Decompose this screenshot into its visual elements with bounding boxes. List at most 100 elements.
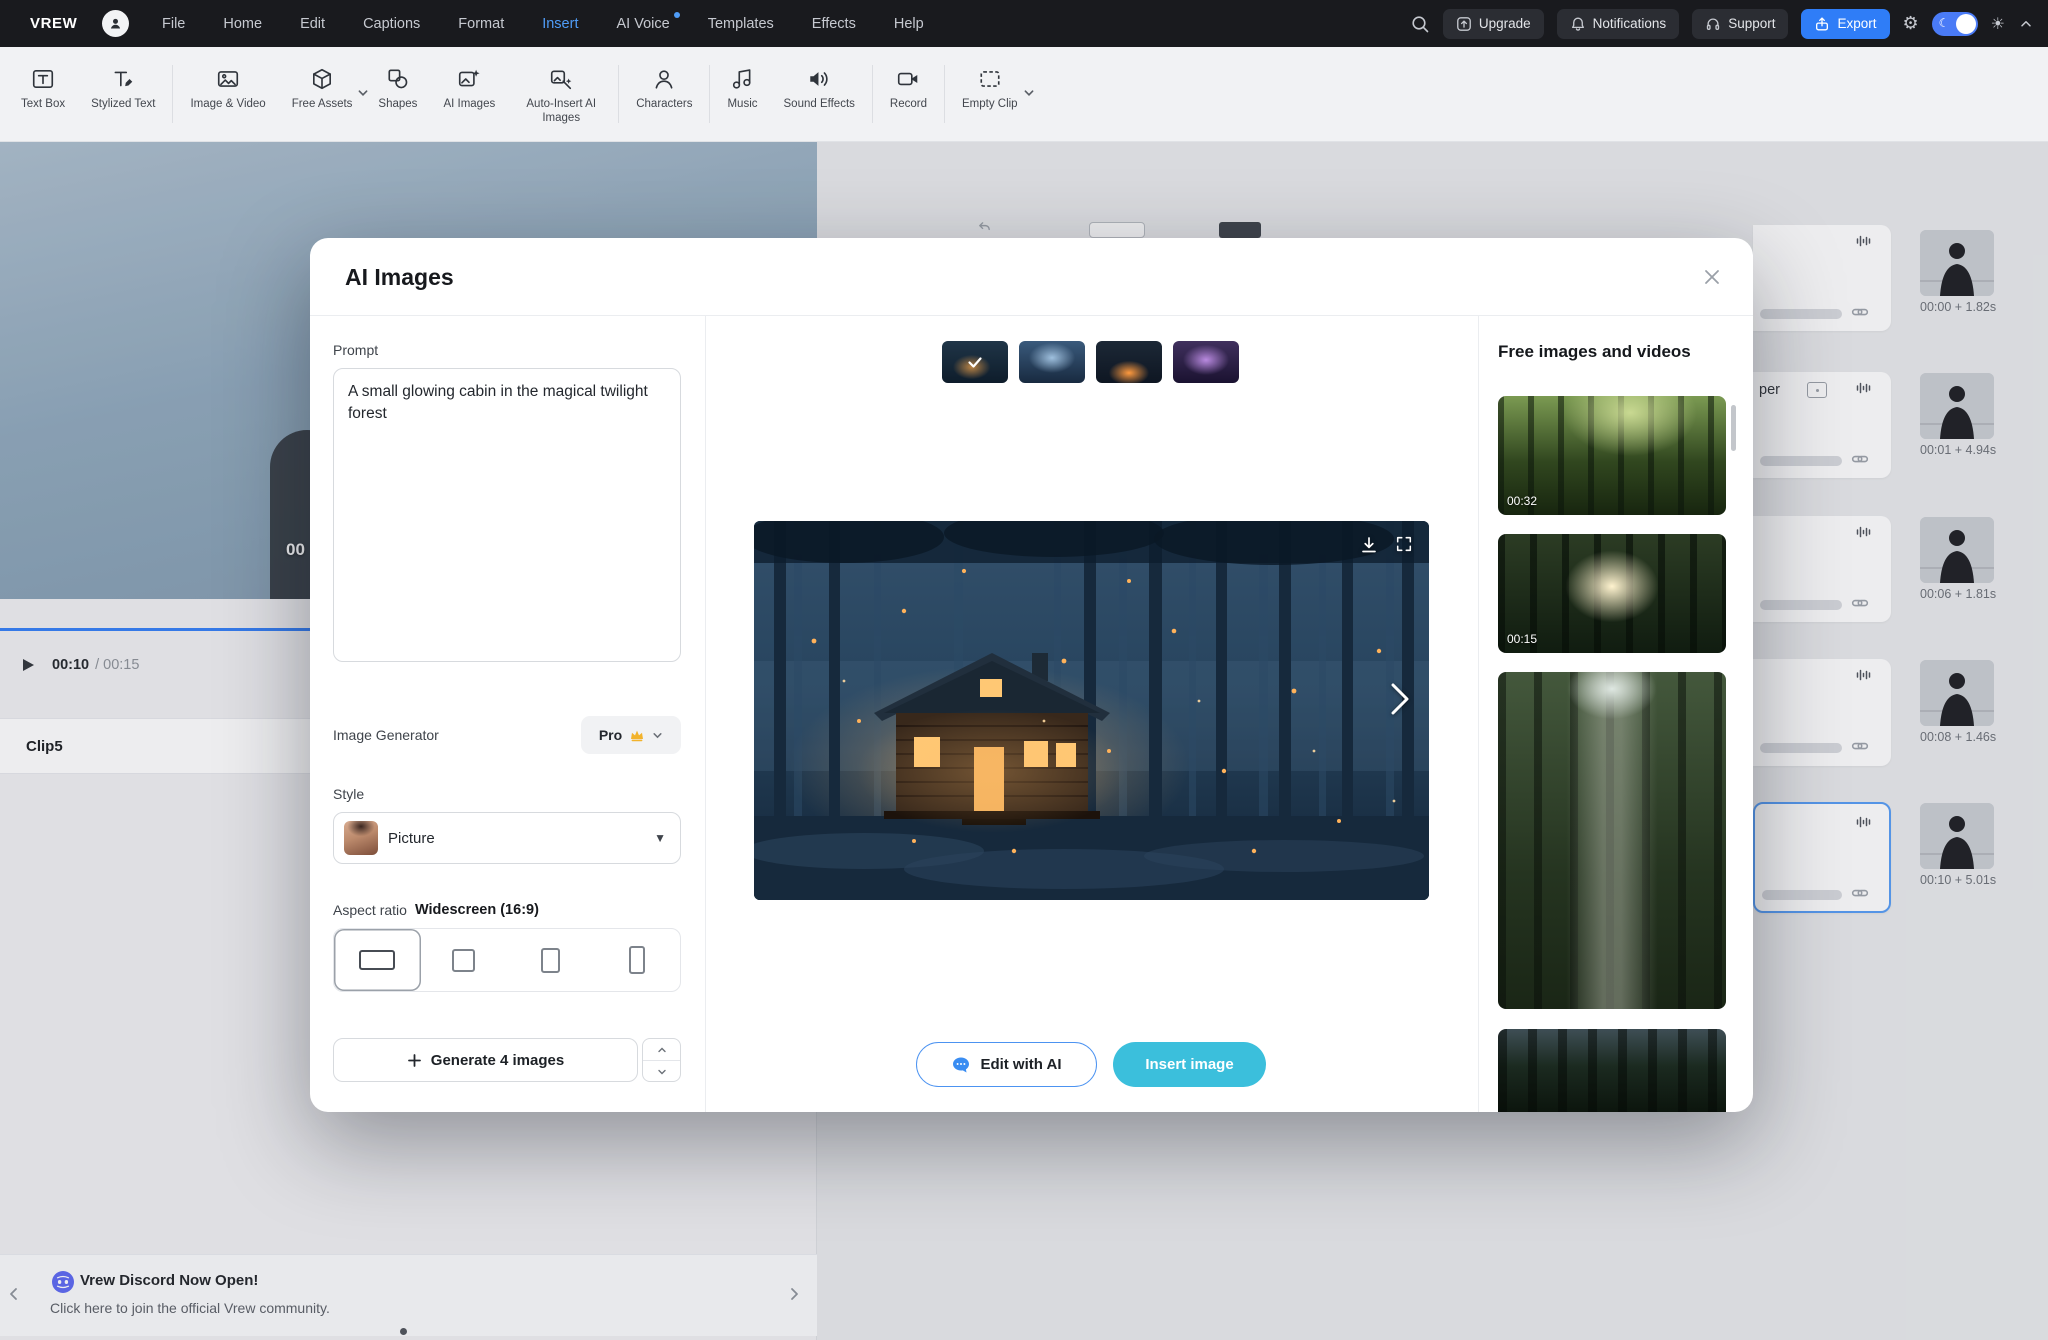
result-thumb-1-selected[interactable] [942,341,1008,383]
sun-icon[interactable]: ☀ [1991,14,2005,34]
upgrade-button[interactable]: Upgrade [1443,9,1544,39]
toolbar-divider [944,65,945,123]
image-video-icon [216,67,240,91]
toolbar-stylized-text[interactable]: Stylized Text [78,47,168,141]
toolbar-characters[interactable]: Characters [623,47,705,141]
menu-captions[interactable]: Captions [363,16,420,32]
result-thumb-4[interactable] [1173,341,1239,383]
style-label: Style [333,786,364,802]
generate-images-button[interactable]: Generate 4 images [333,1038,638,1082]
style-select[interactable]: Picture ▼ [333,812,681,864]
free-media-item[interactable]: 00:15 [1498,534,1726,653]
modal-title: AI Images [345,238,454,316]
chevron-down-icon[interactable] [1023,87,1035,99]
fullscreen-icon[interactable] [1395,535,1413,555]
stepper-up[interactable] [643,1039,680,1060]
support-button[interactable]: Support [1692,9,1788,39]
search-icon[interactable] [1410,14,1430,34]
settings-gear-icon[interactable]: ⚙ [1903,13,1919,34]
theme-toggle[interactable]: ☾ [1932,12,1978,36]
chat-icon [951,1055,971,1075]
characters-icon [652,67,676,91]
menu-insert[interactable]: Insert [542,16,578,32]
record-icon [896,67,920,91]
download-icon[interactable] [1359,535,1379,555]
top-menubar: VREW File Home Edit Captions Format Inse… [0,0,2048,47]
toolbar-divider [872,65,873,123]
menu-home[interactable]: Home [223,16,262,32]
aspect-ratio-row: Aspect ratio Widescreen (16:9) [333,902,539,918]
edit-with-ai-button[interactable]: Edit with AI [916,1042,1097,1087]
user-avatar[interactable] [102,10,129,37]
result-thumbnails [942,341,1239,383]
toolbar-empty-clip[interactable]: Empty Clip [949,47,1031,141]
modal-header: AI Images [310,238,1753,316]
menu-ai-voice[interactable]: AI Voice [616,16,669,32]
aspect-option-square[interactable] [421,929,508,991]
moon-icon: ☾ [1939,16,1950,30]
image-generator-select[interactable]: Pro [581,716,681,754]
scrollbar-thumb[interactable] [1731,405,1736,451]
notifications-button[interactable]: Notifications [1557,9,1680,39]
check-icon [966,353,984,371]
export-icon [1814,16,1830,32]
menu-file[interactable]: File [162,16,185,32]
chevron-up-icon[interactable] [2018,16,2034,32]
free-assets-icon [310,67,334,91]
image-actions [1359,535,1413,555]
toolbar-image-video[interactable]: Image & Video [177,47,278,141]
toolbar-sound-effects[interactable]: Sound Effects [771,47,868,141]
export-button[interactable]: Export [1801,9,1889,39]
menu-effects[interactable]: Effects [812,16,856,32]
generation-settings-panel: Prompt A small glowing cabin in the magi… [310,316,706,1112]
toolbar-text-box[interactable]: Text Box [8,47,78,141]
result-thumb-3[interactable] [1096,341,1162,383]
music-icon [730,67,754,91]
toolbar-shapes[interactable]: Shapes [365,47,430,141]
empty-clip-icon [978,67,1002,91]
free-panel-title: Free images and videos [1498,342,1691,362]
generate-row: Generate 4 images [333,1038,681,1082]
free-media-item[interactable] [1498,672,1726,1009]
caret-down-icon: ▼ [654,831,666,845]
free-media-panel: Free images and videos 00:32 00:15 [1478,316,1753,1112]
ai-images-modal: AI Images Prompt A small glowing cabin i… [310,238,1753,1112]
bell-icon [1570,16,1586,32]
menu-help[interactable]: Help [894,16,924,32]
next-image-icon[interactable] [1387,679,1413,719]
stepper-down[interactable] [643,1061,680,1082]
close-icon[interactable] [1697,262,1727,292]
app-screen: VREW File Home Edit Captions Format Inse… [0,0,2048,1340]
prompt-label: Prompt [333,342,378,358]
toolbar-music[interactable]: Music [714,47,770,141]
menu-templates[interactable]: Templates [708,16,774,32]
free-media-item[interactable]: 00:32 [1498,396,1726,515]
menu-edit[interactable]: Edit [300,16,325,32]
aspect-option-vertical[interactable] [594,929,681,991]
notification-dot [674,12,680,18]
toolbar-divider [172,65,173,123]
topbar-actions: Upgrade Notifications Support Export ⚙ ☾… [1410,0,2034,47]
toolbar-record[interactable]: Record [877,47,940,141]
result-thumb-2[interactable] [1019,341,1085,383]
toolbar-auto-insert-ai-images[interactable]: Auto-Insert AI Images [508,47,614,141]
cabin-forest-artwork [754,521,1429,900]
headset-icon [1705,16,1721,32]
toolbar-ai-images[interactable]: AI Images [430,47,508,141]
duration-badge: 00:15 [1507,632,1537,646]
image-generator-row: Image Generator Pro [333,716,681,754]
aspect-ratio-value: Widescreen (16:9) [415,902,539,918]
free-media-item[interactable] [1498,1029,1726,1112]
crown-icon [629,728,645,742]
aspect-option-widescreen[interactable] [334,929,421,991]
toolbar-free-assets[interactable]: Free Assets [279,47,366,141]
prompt-input[interactable]: A small glowing cabin in the magical twi… [333,368,681,662]
generated-image-preview[interactable] [754,521,1429,900]
insert-image-button[interactable]: Insert image [1113,1042,1266,1087]
portrait-shape [541,948,560,973]
duration-badge: 00:32 [1507,494,1537,508]
menu-format[interactable]: Format [458,16,504,32]
app-logo: VREW [30,0,77,47]
upgrade-icon [1456,16,1472,32]
aspect-option-portrait[interactable] [507,929,594,991]
